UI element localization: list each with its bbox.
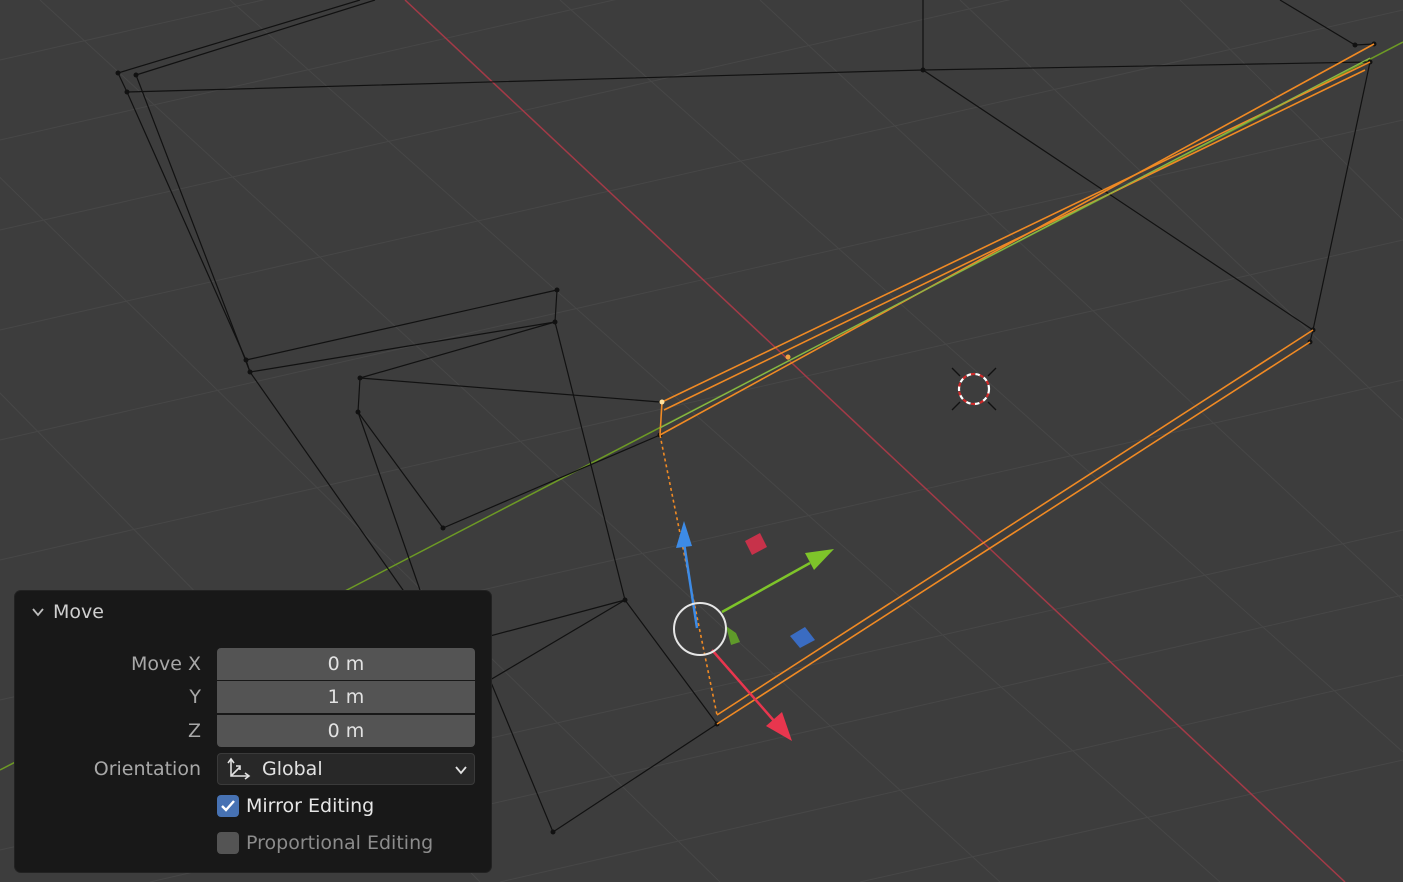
move-y-label: Y — [189, 686, 201, 708]
selected-vertex — [785, 354, 791, 360]
proportional-editing-label: Proportional Editing — [246, 832, 434, 854]
selected-vertex — [659, 399, 665, 405]
global-orientation-icon — [227, 757, 251, 780]
checkbox-box[interactable] — [217, 832, 239, 854]
redo-last-panel[interactable]: Move Move X 0 m Y 1 m Z 0 m Orientation … — [15, 591, 491, 872]
xz-plane-handle — [745, 533, 767, 555]
move-x-row: Move X 0 m — [15, 648, 491, 680]
orientation-dropdown[interactable]: Global — [217, 753, 475, 785]
orientation-value: Global — [262, 758, 323, 780]
xy-plane-handle — [790, 627, 815, 648]
yz-plane-handle — [726, 626, 740, 645]
move-x-label: Move X — [130, 653, 201, 675]
x-axis-line — [404, 0, 1346, 882]
panel-title: Move — [53, 601, 104, 623]
proportional-editing-checkbox[interactable]: Proportional Editing — [217, 829, 433, 857]
orientation-label: Orientation — [93, 758, 201, 780]
orientation-row: Orientation Global — [15, 753, 491, 785]
move-y-field[interactable]: 1 m — [217, 681, 475, 713]
selected-edges — [659, 43, 1375, 725]
checkbox-box[interactable] — [217, 795, 239, 817]
mirror-editing-checkbox[interactable]: Mirror Editing — [217, 792, 374, 820]
checkmark-icon — [221, 800, 235, 812]
panel-header[interactable]: Move — [15, 591, 491, 633]
move-y-row: Y 1 m — [15, 681, 491, 713]
chevron-down-icon — [455, 766, 467, 775]
move-z-label: Z — [187, 720, 201, 742]
chevron-down-icon — [32, 608, 44, 617]
move-z-field[interactable]: 0 m — [217, 715, 475, 747]
move-x-field[interactable]: 0 m — [217, 648, 475, 680]
y-axis-arrow — [805, 549, 834, 570]
mirror-editing-label: Mirror Editing — [246, 795, 375, 817]
3d-cursor-icon — [951, 367, 997, 411]
move-z-row: Z 0 m — [15, 715, 491, 747]
